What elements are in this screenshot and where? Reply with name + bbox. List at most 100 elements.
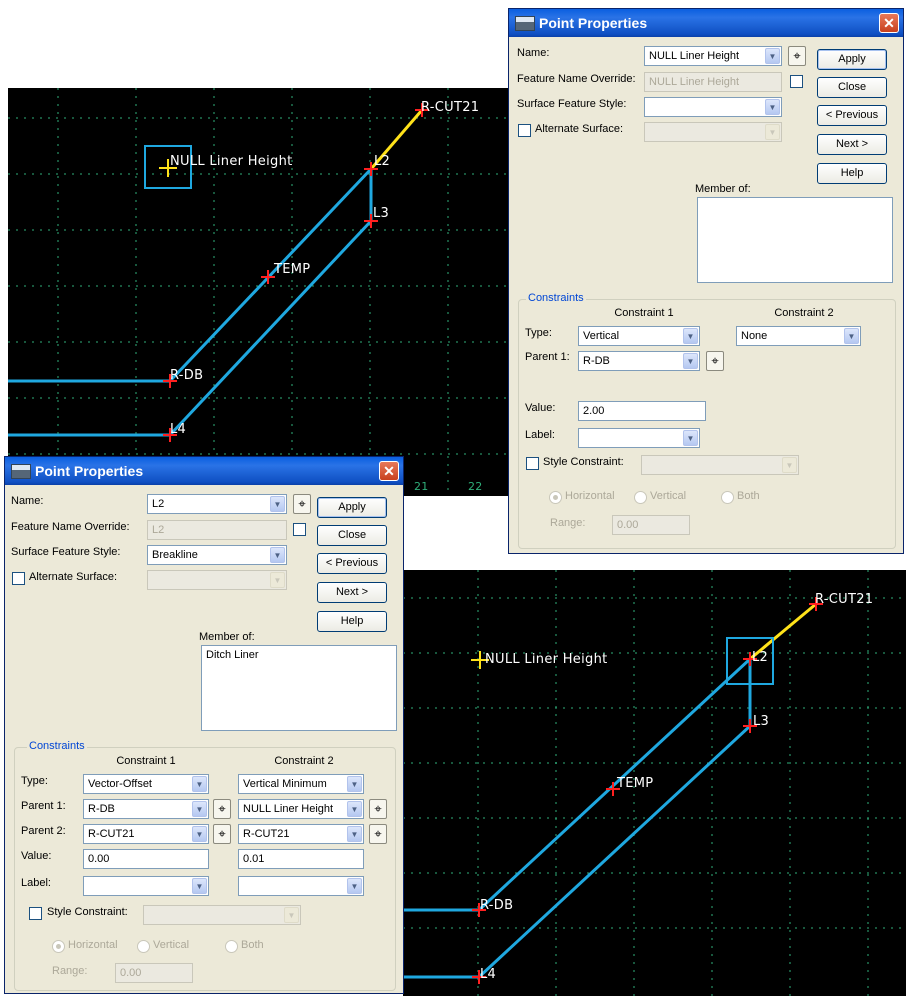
dropdown-arrow-icon: ▼: [284, 907, 299, 923]
value-label: Value:: [525, 402, 556, 414]
dropdown-arrow-icon: ▼: [270, 572, 285, 588]
pick-point-icon[interactable]: ⌖: [706, 351, 724, 371]
value-1-field[interactable]: 0.00: [83, 849, 209, 869]
alternate-surface-dropdown[interactable]: ▼: [644, 122, 782, 142]
alternate-surface-checkbox[interactable]: [518, 124, 531, 137]
label-2-dropdown[interactable]: ▼: [238, 876, 364, 896]
pick-point-icon[interactable]: ⌖: [213, 824, 231, 844]
point-label-l3: L3: [753, 714, 770, 729]
value-2-field[interactable]: 0.01: [238, 849, 364, 869]
vertical-label: Vertical: [650, 490, 687, 502]
close-icon[interactable]: ✕: [879, 13, 899, 33]
member-of-label: Member of:: [695, 183, 751, 195]
apply-button[interactable]: Apply: [317, 497, 387, 518]
type-label: Type:: [21, 775, 48, 787]
label-1-dropdown[interactable]: ▼: [83, 876, 209, 896]
style-constraint-dropdown: ▼: [641, 455, 799, 475]
cad-view-top[interactable]: R-CUT21 NULL Liner Height L2 L3 TEMP R-D…: [8, 88, 508, 496]
parent-1-label: Parent 1:: [525, 351, 570, 363]
close-icon[interactable]: ✕: [379, 461, 399, 481]
parent-1-c1-dropdown[interactable]: R-DB ▼: [83, 799, 209, 819]
dropdown-arrow-icon[interactable]: ▼: [347, 878, 362, 894]
help-button[interactable]: Help: [317, 611, 387, 632]
member-item[interactable]: Ditch Liner: [206, 649, 392, 661]
dropdown-arrow-icon[interactable]: ▼: [347, 801, 362, 817]
surface-feature-style-dropdown[interactable]: Breakline ▼: [147, 545, 287, 565]
name-dropdown[interactable]: L2 ▼: [147, 494, 287, 514]
type-2-dropdown[interactable]: None ▼: [736, 326, 861, 346]
member-of-list[interactable]: [697, 197, 893, 283]
feature-name-override-field[interactable]: NULL Liner Height: [644, 72, 782, 92]
dropdown-arrow-icon[interactable]: ▼: [192, 776, 207, 792]
value-1-field[interactable]: 2.00: [578, 401, 706, 421]
dropdown-arrow-icon[interactable]: ▼: [844, 328, 859, 344]
style-constraint-checkbox[interactable]: [526, 457, 539, 470]
pick-point-icon[interactable]: ⌖: [369, 799, 387, 819]
parent-1-label: Parent 1:: [21, 800, 66, 812]
ditch-liner-lines: [8, 167, 373, 437]
feature-name-override-checkbox[interactable]: [790, 75, 803, 88]
next-button[interactable]: Next >: [817, 134, 887, 155]
dropdown-arrow-icon[interactable]: ▼: [270, 547, 285, 563]
close-button[interactable]: Close: [317, 525, 387, 546]
surface-feature-style-label: Surface Feature Style:: [11, 546, 121, 558]
label-label: Label:: [21, 877, 51, 889]
cad-view-bottom[interactable]: R-CUT21 NULL Liner Height L2 L3 TEMP R-D…: [403, 570, 906, 996]
feature-name-override-field[interactable]: L2: [147, 520, 287, 540]
cad-drawing-bottom: [403, 570, 906, 996]
help-button[interactable]: Help: [817, 163, 887, 184]
dropdown-arrow-icon[interactable]: ▼: [192, 878, 207, 894]
point-label-r-db: R-DB: [480, 898, 514, 913]
dialog-title-bar[interactable]: Point Properties ✕: [509, 9, 903, 37]
previous-button[interactable]: < Previous: [317, 553, 387, 574]
previous-button[interactable]: < Previous: [817, 105, 887, 126]
dropdown-arrow-icon[interactable]: ▼: [270, 496, 285, 512]
value-label: Value:: [21, 850, 52, 862]
dropdown-arrow-icon[interactable]: ▼: [192, 826, 207, 842]
window-icon: [515, 16, 535, 31]
constraint-2-header: Constraint 2: [274, 755, 334, 767]
type-1-dropdown[interactable]: Vertical ▼: [578, 326, 700, 346]
dialog-title-bar[interactable]: Point Properties ✕: [5, 457, 403, 485]
parent-2-label: Parent 2:: [21, 825, 66, 837]
type-1-dropdown[interactable]: Vector-Offset ▼: [83, 774, 209, 794]
alternate-surface-label: Alternate Surface:: [29, 571, 118, 583]
feature-name-override-checkbox[interactable]: [293, 523, 306, 536]
parent-1-c2-dropdown[interactable]: NULL Liner Height ▼: [238, 799, 364, 819]
pick-point-icon[interactable]: ⌖: [293, 494, 311, 514]
dropdown-arrow-icon[interactable]: ▼: [765, 99, 780, 115]
pick-point-icon[interactable]: ⌖: [369, 824, 387, 844]
dropdown-arrow-icon[interactable]: ▼: [683, 328, 698, 344]
constraint-1-header: Constraint 1: [116, 755, 176, 767]
dropdown-arrow-icon[interactable]: ▼: [347, 826, 362, 842]
grid-lines: [403, 570, 906, 996]
point-label-temp: TEMP: [274, 262, 311, 277]
range-label: Range:: [52, 965, 88, 977]
dropdown-arrow-icon[interactable]: ▼: [347, 776, 362, 792]
dropdown-arrow-icon[interactable]: ▼: [683, 430, 698, 446]
surface-feature-style-dropdown[interactable]: ▼: [644, 97, 782, 117]
next-button[interactable]: Next >: [317, 582, 387, 603]
pick-point-icon[interactable]: ⌖: [213, 799, 231, 819]
alternate-surface-checkbox[interactable]: [12, 572, 25, 585]
apply-button[interactable]: Apply: [817, 49, 887, 70]
dropdown-arrow-icon[interactable]: ▼: [765, 48, 780, 64]
range-field: 0.00: [115, 963, 193, 983]
parent-1-dropdown[interactable]: R-DB ▼: [578, 351, 700, 371]
label-1-dropdown[interactable]: ▼: [578, 428, 700, 448]
member-of-list[interactable]: Ditch Liner: [201, 645, 397, 731]
close-button[interactable]: Close: [817, 77, 887, 98]
pick-point-icon[interactable]: ⌖: [788, 46, 806, 66]
parent-2-c1-dropdown[interactable]: R-CUT21 ▼: [83, 824, 209, 844]
dropdown-arrow-icon[interactable]: ▼: [192, 801, 207, 817]
alternate-surface-label: Alternate Surface:: [535, 123, 624, 135]
both-radio: [721, 491, 734, 504]
parent-1-c2-value: NULL Liner Height: [243, 803, 334, 815]
axis-tick-label: 21: [414, 480, 429, 493]
type-2-dropdown[interactable]: Vertical Minimum ▼: [238, 774, 364, 794]
parent-2-c2-dropdown[interactable]: R-CUT21 ▼: [238, 824, 364, 844]
style-constraint-checkbox[interactable]: [29, 907, 42, 920]
dropdown-arrow-icon[interactable]: ▼: [683, 353, 698, 369]
alternate-surface-dropdown[interactable]: ▼: [147, 570, 287, 590]
name-dropdown[interactable]: NULL Liner Height ▼: [644, 46, 782, 66]
